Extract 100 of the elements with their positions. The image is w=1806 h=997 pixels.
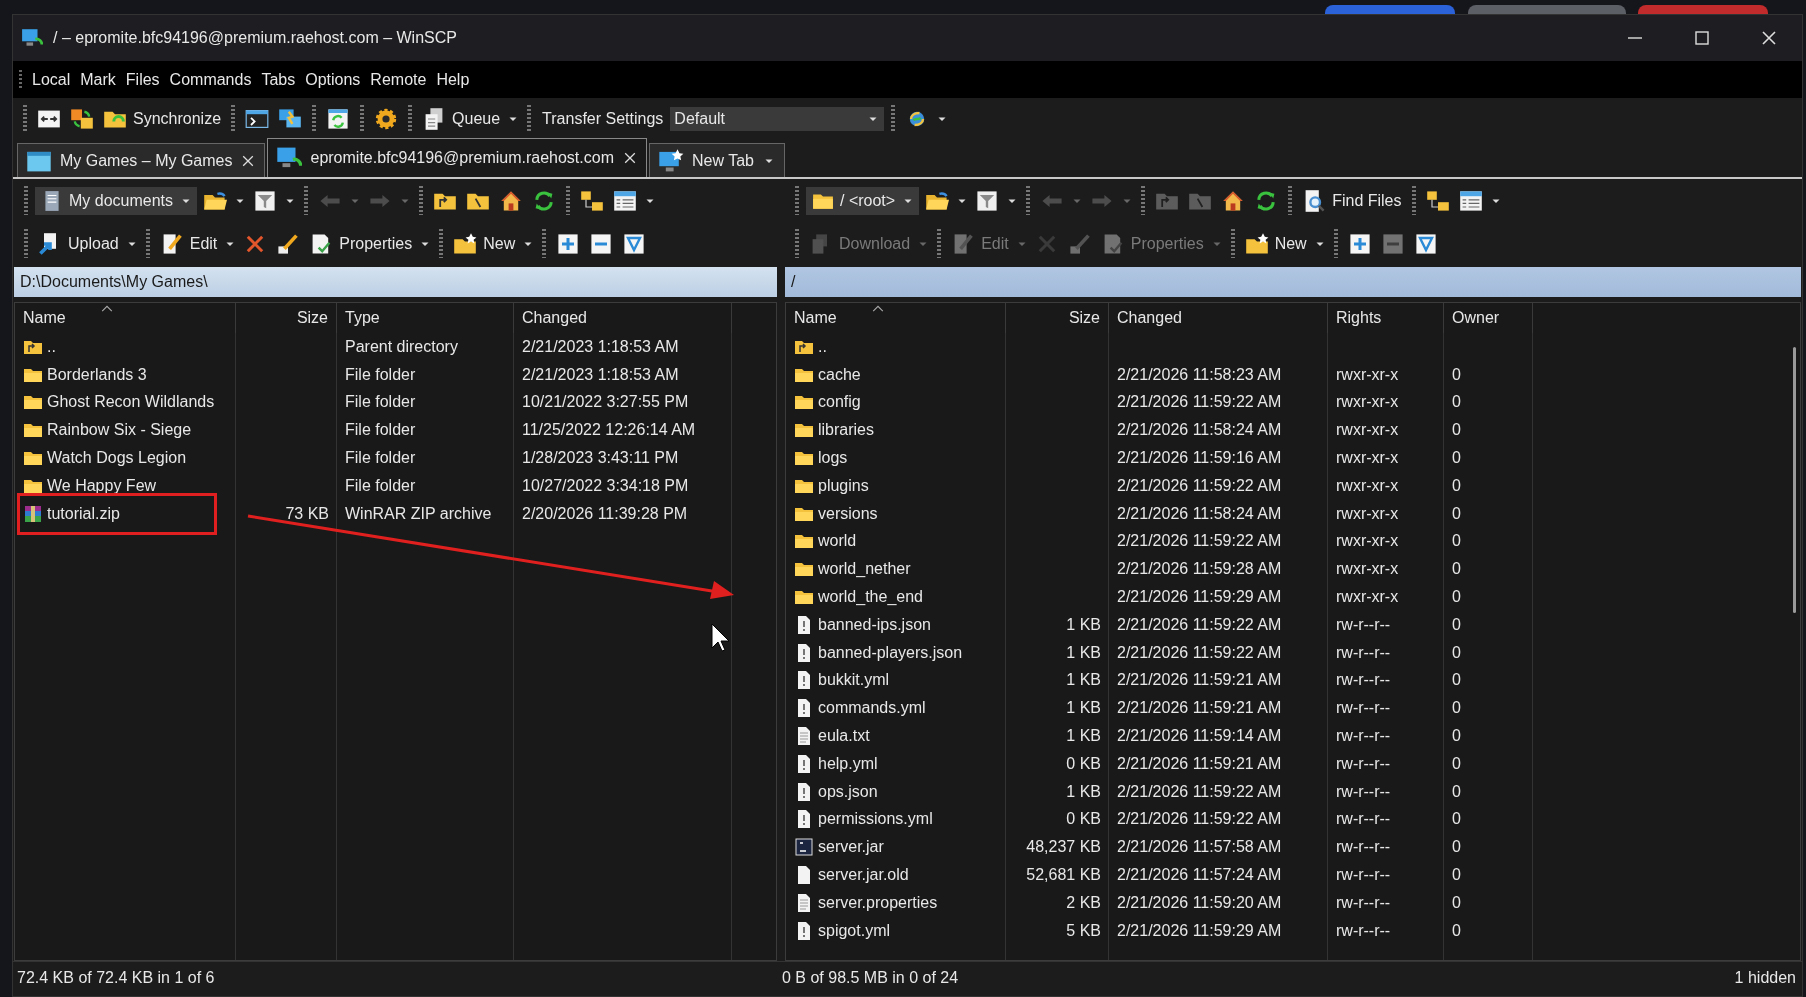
- table-cell: 2/21/2026 11:59:28 AM: [1117, 560, 1282, 579]
- file-name[interactable]: tutorial.zip: [47, 504, 120, 523]
- menu-item[interactable]: Tabs: [257, 67, 300, 92]
- path-bar[interactable]: D:\Documents\My Games\: [14, 267, 777, 297]
- table-cell: 2/21/2026 11:59:21 AM: [1117, 699, 1282, 718]
- column-header[interactable]: Owner: [1444, 303, 1533, 333]
- table-cell: rwxr-xr-x: [1336, 421, 1399, 440]
- file-name[interactable]: We Happy Few: [47, 476, 157, 495]
- scrollbar[interactable]: [1793, 347, 1796, 613]
- file-name[interactable]: bukkit.yml: [818, 671, 890, 690]
- file-name[interactable]: libraries: [818, 421, 874, 440]
- file-name[interactable]: help.yml: [818, 754, 878, 773]
- file-name[interactable]: banned-players.json: [818, 643, 963, 662]
- file-name[interactable]: ops.json: [818, 782, 878, 801]
- file-name[interactable]: spigot.yml: [818, 921, 891, 940]
- file-name[interactable]: versions: [818, 504, 878, 523]
- table-cell: 2/21/2026 11:58:24 AM: [1117, 504, 1282, 523]
- tab[interactable]: My Games – My Games: [17, 143, 266, 177]
- column-header[interactable]: Rights: [1328, 303, 1444, 333]
- table-cell: 2/21/2023 1:18:53 AM: [522, 337, 679, 356]
- table-cell: 0: [1452, 365, 1461, 384]
- queue-button[interactable]: Queue: [419, 104, 504, 133]
- table-cell: 52,681 KB: [1026, 866, 1101, 885]
- column-header[interactable]: Changed: [514, 303, 732, 333]
- edit-button[interactable]: Edit: [156, 229, 221, 258]
- transfer-settings-label: Transfer Settings: [541, 109, 665, 128]
- file-name[interactable]: server.jar.old: [818, 866, 909, 885]
- file-name[interactable]: Rainbow Six - Siege: [47, 421, 192, 440]
- file-name[interactable]: banned-ips.json: [818, 615, 931, 634]
- table-cell: 0: [1452, 754, 1461, 773]
- table-cell: rwxr-xr-x: [1336, 365, 1399, 384]
- file-name[interactable]: world_nether: [818, 560, 911, 579]
- tab[interactable]: New Tab: [649, 143, 785, 177]
- column-header[interactable]: Changed: [1109, 303, 1328, 333]
- table-cell: 0: [1452, 421, 1461, 440]
- find-button[interactable]: Find Files: [1299, 186, 1405, 215]
- file-name[interactable]: ..: [47, 337, 56, 356]
- file-name[interactable]: permissions.yml: [818, 810, 933, 829]
- table-cell: 2/21/2026 11:59:21 AM: [1117, 754, 1282, 773]
- file-name[interactable]: Watch Dogs Legion: [47, 449, 187, 468]
- file-name[interactable]: world_the_end: [818, 588, 923, 607]
- table-cell: rw-r--r--: [1336, 866, 1391, 885]
- file-name[interactable]: cache: [818, 365, 861, 384]
- column-header[interactable]: Size: [236, 303, 337, 333]
- table-cell: 0: [1452, 449, 1461, 468]
- table-cell: 2/21/2026 11:59:22 AM: [1117, 810, 1282, 829]
- table-cell: File folder: [345, 393, 416, 412]
- table-cell: rw-r--r--: [1336, 810, 1391, 829]
- location-dropdown[interactable]: My documents: [35, 186, 198, 215]
- file-name[interactable]: eula.txt: [818, 727, 870, 746]
- menu-item[interactable]: Commands: [165, 67, 256, 92]
- properties-button[interactable]: Properties: [306, 229, 416, 258]
- table-cell: WinRAR ZIP archive: [345, 504, 492, 523]
- table-cell: 0: [1452, 393, 1461, 412]
- menu-item[interactable]: Local: [28, 67, 75, 92]
- upload-button[interactable]: Upload: [35, 229, 122, 258]
- table-cell: 0: [1452, 504, 1461, 523]
- table-cell: 2/20/2026 11:39:28 PM: [522, 504, 688, 523]
- new-folder-button[interactable]: New: [1241, 229, 1310, 258]
- table-cell: 1 KB: [1066, 671, 1101, 690]
- close-icon[interactable]: [622, 150, 638, 166]
- column-header[interactable]: Type: [337, 303, 514, 333]
- file-name[interactable]: config: [818, 393, 861, 412]
- column-header[interactable]: Size: [1006, 303, 1109, 333]
- tab[interactable]: epromite.bfc94196@premium.raehost.com: [267, 138, 647, 177]
- menu-item[interactable]: Mark: [76, 67, 120, 92]
- file-name[interactable]: world: [818, 532, 857, 551]
- file-name[interactable]: logs: [818, 449, 848, 468]
- table-cell: 2/21/2026 11:59:14 AM: [1117, 727, 1282, 746]
- file-name[interactable]: plugins: [818, 476, 869, 495]
- table-cell: rw-r--r--: [1336, 782, 1391, 801]
- table-cell: 2/21/2026 11:59:22 AM: [1117, 643, 1282, 662]
- file-name[interactable]: server.properties: [818, 893, 938, 912]
- column-header[interactable]: Name: [786, 303, 1006, 333]
- menu-item[interactable]: Remote: [366, 67, 431, 92]
- table-cell: 10/27/2022 3:34:18 PM: [522, 476, 689, 495]
- location-dropdown[interactable]: / <root>: [806, 186, 920, 215]
- file-name[interactable]: server.jar: [818, 838, 884, 857]
- folder-sync-button[interactable]: Synchronize: [100, 104, 225, 133]
- menu-item[interactable]: Files: [121, 67, 164, 92]
- transfer-settings-dropdown[interactable]: Default: [670, 106, 885, 131]
- file-name[interactable]: commands.yml: [818, 699, 926, 718]
- computer-star-icon: [658, 147, 684, 174]
- new-folder-button[interactable]: New: [450, 229, 519, 258]
- column-header[interactable]: Name: [15, 303, 236, 333]
- table-cell: rw-r--r--: [1336, 838, 1391, 857]
- menu-item[interactable]: Help: [432, 67, 474, 92]
- table-cell: rw-r--r--: [1336, 699, 1391, 718]
- path-bar[interactable]: /: [785, 267, 1801, 297]
- table-cell: 2/21/2026 11:59:22 AM: [1117, 393, 1282, 412]
- table-cell: rwxr-xr-x: [1336, 393, 1399, 412]
- file-name[interactable]: ..: [818, 337, 827, 356]
- file-name[interactable]: Borderlands 3: [47, 365, 147, 384]
- table-cell: 11/25/2022 12:26:14 AM: [522, 421, 696, 440]
- menu-item[interactable]: Options: [301, 67, 365, 92]
- new-folder-icon: [1244, 231, 1269, 256]
- table-cell: File folder: [345, 421, 416, 440]
- file-name[interactable]: Ghost Recon Wildlands: [47, 393, 215, 412]
- table-cell: 0: [1452, 588, 1461, 607]
- table-cell: 1 KB: [1066, 615, 1101, 634]
